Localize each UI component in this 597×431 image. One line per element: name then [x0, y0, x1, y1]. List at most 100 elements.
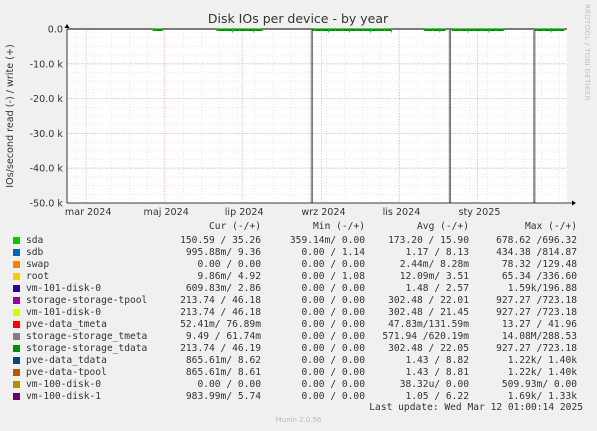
legend-value-min: 359.14m/ 0.00: [289, 235, 365, 246]
legend-value-min: 0.00 / 0.00: [301, 259, 365, 270]
legend-value-cur: 213.74 / 46.18: [180, 307, 261, 318]
legend-row: pve-data_tdata 865.61m/ 8.62 0.00 / 0.00 1.…: [0, 355, 597, 367]
y-tick-label: -30.0 k: [30, 129, 64, 140]
rrdtool-credit: RRDTOOL / TOBI OETIKER: [583, 4, 591, 101]
legend-value-min: 0.00 / 0.00: [301, 379, 365, 390]
legend-header-min: Min (-/+): [313, 221, 365, 232]
legend-value-cur: 0.00 / 0.00: [197, 259, 261, 270]
legend-value-cur: 52.41m/ 76.89m: [180, 319, 261, 330]
legend-row: pve-data_tmeta 52.41m/ 76.89m 0.00 / 0.00 4…: [0, 319, 597, 331]
legend-value-avg: 1.43 / 8.82: [405, 355, 469, 366]
legend-swatch: [13, 261, 20, 268]
legend-swatch: [13, 249, 20, 256]
x-tick-label: maj 2024: [144, 207, 189, 218]
legend-swatch: [13, 297, 20, 304]
legend-value-min: 0.00 / 0.00: [301, 343, 365, 354]
legend-series-name: root: [26, 271, 50, 282]
legend-series-name: sdb: [26, 247, 44, 258]
legend-series-name: vm-100-disk-0: [26, 379, 102, 390]
legend-value-avg: 47.83m/131.59m: [388, 319, 469, 330]
legend-value-max: 509.93m/ 0.00: [501, 379, 577, 390]
legend-value-cur: 865.61m/ 8.62: [185, 355, 261, 366]
legend-series-name: swap: [26, 259, 50, 270]
x-tick-label: lip 2024: [225, 207, 264, 218]
legend-series-name: storage-storage_tdata: [26, 343, 148, 354]
legend-swatch: [13, 285, 20, 292]
legend-series-name: vm-101-disk-0: [26, 307, 102, 318]
legend-value-min: 0.00 / 1.08: [301, 271, 365, 282]
legend-value-max: 65.34 /336.60: [501, 271, 577, 282]
legend-value-max: 678.62 /696.32: [496, 235, 577, 246]
legend-swatch: [13, 321, 20, 328]
legend-series-name: vm-101-disk-0: [26, 283, 102, 294]
legend-value-avg: 1.43 / 8.81: [405, 367, 469, 378]
legend-value-avg: 302.48 / 22.05: [388, 343, 469, 354]
legend-row: swap 0.00 / 0.00 0.00 / 0.00 2.44m/ 8.28m 78…: [0, 259, 597, 271]
x-tick-label: mar 2024: [65, 207, 112, 218]
y-tick-label: 0.0: [48, 25, 63, 36]
legend-swatch: [13, 393, 20, 400]
legend-series-name: storage-storage-tpool: [26, 295, 148, 306]
legend-value-avg: 38.32u/ 0.00: [399, 379, 469, 390]
legend-series-name: pve-data-tpool: [26, 367, 107, 378]
legend-value-avg: 1.48 / 2.57: [405, 283, 469, 294]
y-tick-label: -40.0 k: [30, 164, 64, 175]
legend-value-max: 434.38 /814.87: [496, 247, 577, 258]
legend-value-avg: 571.94 /620.19m: [382, 331, 469, 342]
legend-header-max: Max (-/+): [525, 221, 577, 232]
legend-swatch: [13, 237, 20, 244]
legend-value-max: 927.27 /723.18: [496, 307, 577, 318]
legend-value-max: 1.22k/ 1.40k: [507, 355, 577, 366]
legend-value-cur: 865.61m/ 8.61: [185, 367, 261, 378]
legend-value-min: 0.00 / 0.00: [301, 307, 365, 318]
legend-value-avg: 302.48 / 22.01: [388, 295, 469, 306]
legend-value-cur: 983.99m/ 5.74: [185, 391, 261, 402]
legend-row: root 9.86m/ 4.92 0.00 / 1.08 12.09m/ 3.51 65…: [0, 271, 597, 283]
legend-value-min: 0.00 / 0.00: [301, 295, 365, 306]
legend-value-max: 927.27 /723.18: [496, 343, 577, 354]
x-tick-label: sty 2025: [459, 207, 501, 218]
legend-row: storage-storage_tdata 213.74 / 46.19 0.00 …: [0, 343, 597, 355]
legend-swatch: [13, 369, 20, 376]
activity-trace: [451, 28, 505, 31]
legend-row: storage-storage_tmeta 9.49 / 61.74m 0.00 /…: [0, 331, 597, 343]
legend-row: sda 150.59 / 35.26 359.14m/ 0.00 173.20 / 1…: [0, 235, 597, 247]
y-axis-label: IOs/second read (-) / write (+): [5, 44, 16, 188]
legend-value-avg: 12.09m/ 3.51: [399, 271, 469, 282]
legend-row: vm-101-disk-0 609.83m/ 2.86 0.00 / 0.00 1.4…: [0, 283, 597, 295]
legend-value-min: 0.00 / 0.00: [301, 355, 365, 366]
last-update: Last update: Wed Mar 12 01:00:14 2025: [369, 402, 583, 413]
legend-value-cur: 609.83m/ 2.86: [185, 283, 261, 294]
x-tick-label: wrz 2024: [301, 207, 345, 218]
legend-value-min: 0.00 / 0.00: [301, 331, 365, 342]
legend-value-cur: 0.00 / 0.00: [197, 379, 261, 390]
legend-value-cur: 150.59 / 35.26: [180, 235, 261, 246]
legend-swatch: [13, 309, 20, 316]
legend-swatch: [13, 381, 20, 388]
legend-series-name: storage-storage_tmeta: [26, 331, 148, 342]
legend-row: pve-data-tpool 865.61m/ 8.61 0.00 / 0.00 1.…: [0, 367, 597, 379]
legend-value-max: 78.32 /129.48: [501, 259, 577, 270]
legend-series-name: vm-100-disk-1: [26, 391, 102, 402]
legend-value-min: 0.00 / 0.00: [301, 367, 365, 378]
legend-swatch: [13, 357, 20, 364]
y-tick-label: -10.0 k: [30, 59, 64, 70]
legend-series-name: sda: [26, 235, 44, 246]
legend-series-name: pve-data_tmeta: [26, 319, 107, 330]
legend-series-name: pve-data_tdata: [26, 355, 107, 366]
legend-value-max: 927.27 /723.18: [496, 295, 577, 306]
legend-value-cur: 995.88m/ 9.36: [185, 247, 261, 258]
activity-trace: [423, 28, 446, 31]
legend-value-cur: 213.74 / 46.19: [180, 343, 261, 354]
legend-value-cur: 213.74 / 46.18: [180, 295, 261, 306]
y-tick-label: -50.0 k: [30, 199, 64, 210]
legend-row: sdb 995.88m/ 9.36 0.00 / 1.14 1.17 / 8.13 43…: [0, 247, 597, 259]
chart-title: Disk IOs per device - by year: [208, 11, 389, 26]
legend-row: storage-storage-tpool 213.74 / 46.18 0.00 …: [0, 295, 597, 307]
legend-row: vm-100-disk-0 0.00 / 0.00 0.00 / 0.00 38.32…: [0, 379, 597, 391]
munin-version: Munin 2.0.56: [275, 416, 322, 424]
chart: Disk IOs per device - by year IOs/second…: [5, 11, 576, 218]
activity-trace: [312, 28, 392, 31]
legend-value-max: 1.22k/ 1.40k: [507, 367, 577, 378]
legend-value-cur: 9.86m/ 4.92: [197, 271, 261, 282]
